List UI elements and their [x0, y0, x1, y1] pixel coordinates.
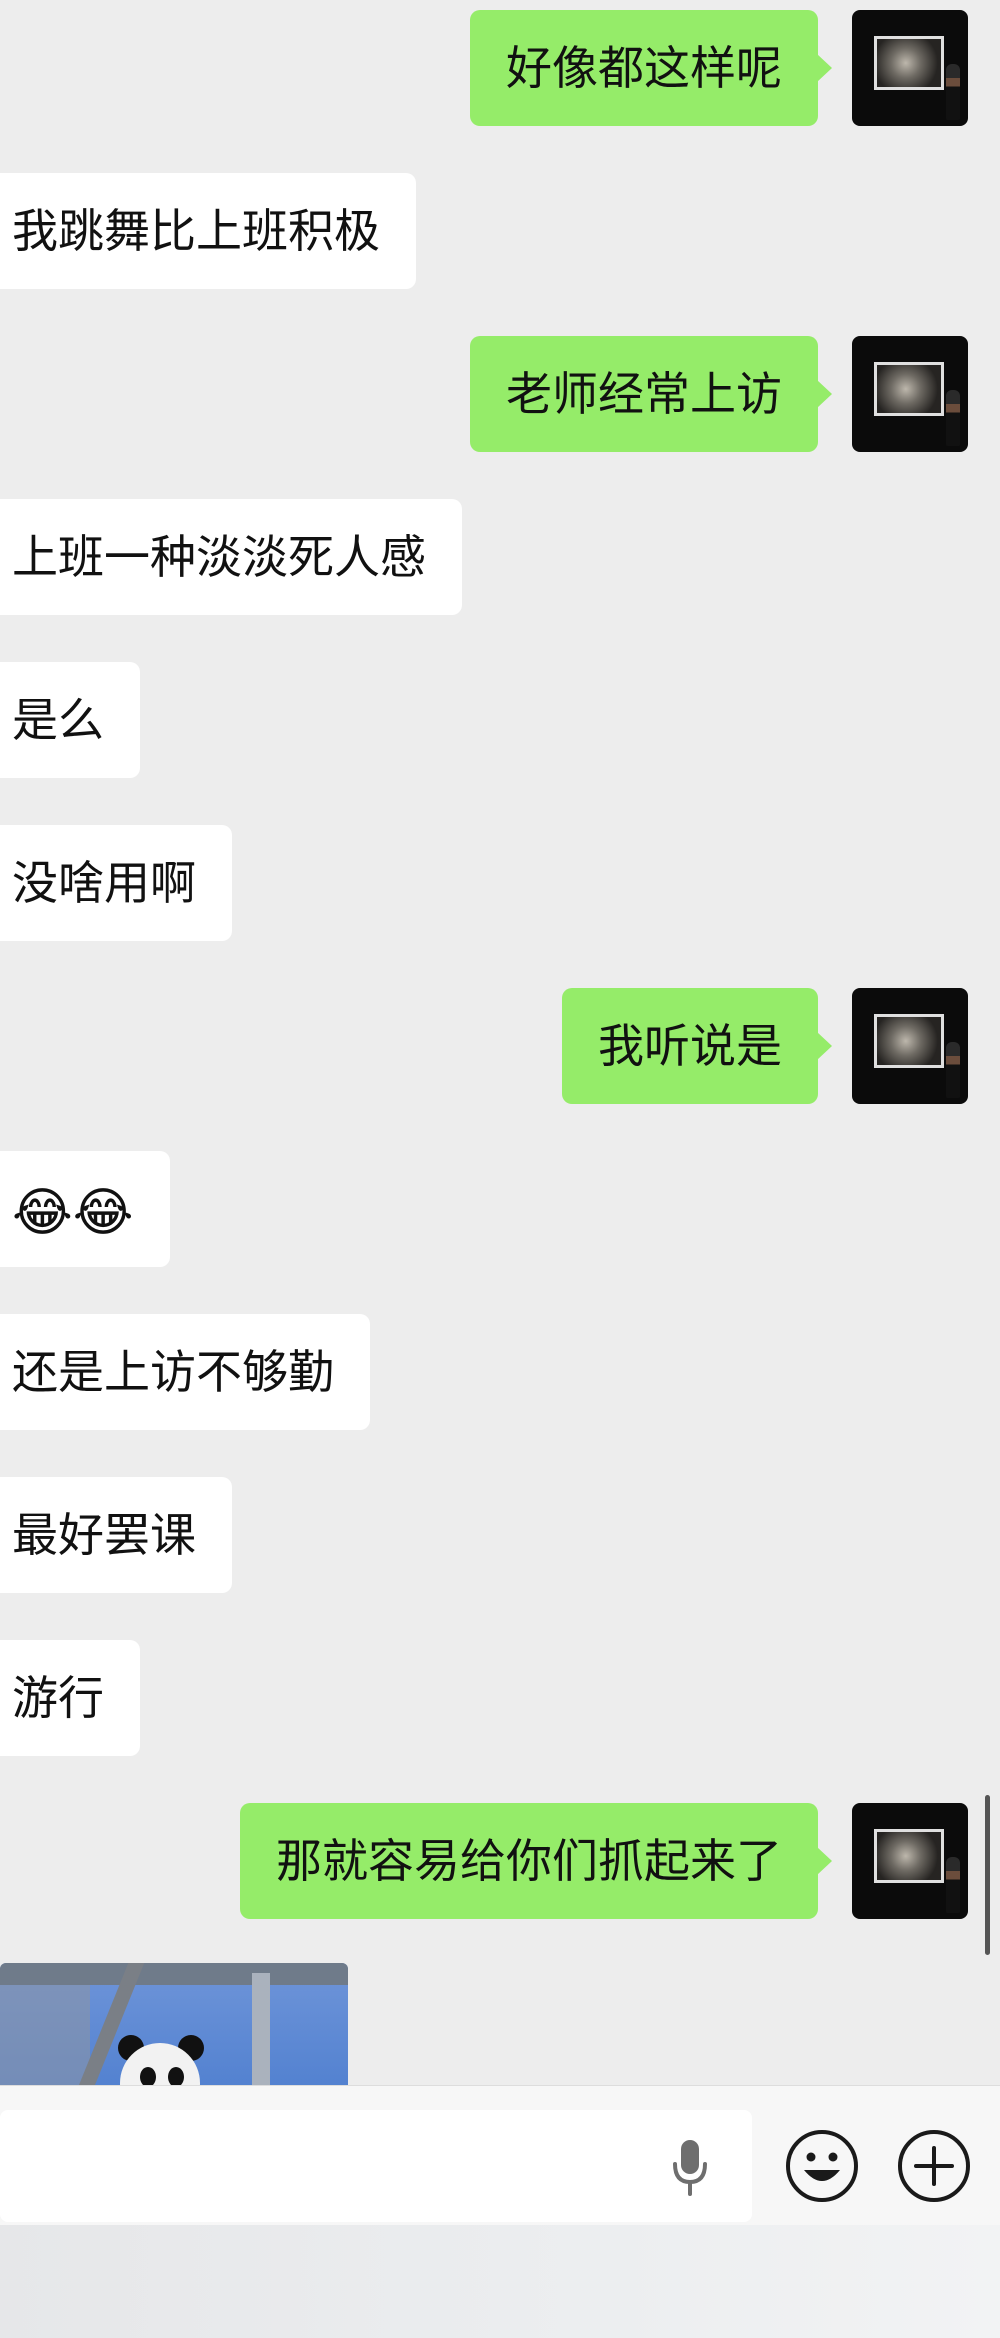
message-text: 老师经常上访	[506, 367, 782, 421]
message-bubble-incoming[interactable]: 我跳舞比上班积极	[0, 173, 416, 289]
avatar[interactable]	[852, 336, 968, 452]
photo-panda-eye	[168, 2067, 184, 2085]
message-bubble-outgoing[interactable]: 老师经常上访	[470, 336, 832, 452]
message-text: 那就容易给你们抓起来了	[276, 1834, 782, 1888]
photo-ceiling	[0, 1963, 348, 1985]
message-text: 没啥用啊	[12, 856, 196, 910]
message-bubble-outgoing[interactable]: 那就容易给你们抓起来了	[240, 1803, 832, 1919]
plus-circle-icon[interactable]	[896, 2128, 972, 2204]
photo-frame-post	[252, 1973, 270, 2085]
chat-message-list[interactable]: 好像都这样呢 我跳舞比上班积极 老师经常上访 上班一种淡淡死人感 是么 没啥用啊…	[0, 0, 1000, 2085]
message-text: 好像都这样呢	[506, 41, 782, 95]
avatar-figure	[946, 1857, 960, 1913]
message-bubble-incoming[interactable]: 是么	[0, 662, 140, 778]
avatar-figure	[946, 1042, 960, 1098]
message-bubble-incoming[interactable]: 还是上访不够勤	[0, 1314, 370, 1430]
avatar-figure	[946, 390, 960, 446]
message-text: 我听说是	[598, 1019, 782, 1073]
message-text: 是么	[12, 693, 104, 747]
message-text: 最好罢课	[12, 1508, 196, 1562]
message-text: 我跳舞比上班积极	[12, 204, 380, 258]
keyboard-area-placeholder	[0, 2225, 1000, 2338]
avatar[interactable]	[852, 10, 968, 126]
microphone-icon[interactable]	[670, 2138, 710, 2198]
avatar-figure	[946, 64, 960, 120]
photo-window-pane	[0, 1985, 90, 2085]
scrollbar-thumb[interactable]	[985, 1795, 990, 1955]
message-text: 还是上访不够勤	[12, 1345, 334, 1399]
message-bubble-incoming[interactable]: 没啥用啊	[0, 825, 232, 941]
message-bubble-outgoing[interactable]: 好像都这样呢	[470, 10, 832, 126]
message-bubble-incoming[interactable]: 最好罢课	[0, 1477, 232, 1593]
message-bubble-incoming[interactable]: 游行	[0, 1640, 140, 1756]
message-input[interactable]	[0, 2110, 752, 2222]
avatar-artwork	[874, 1829, 944, 1883]
message-text: 游行	[12, 1671, 104, 1725]
message-bubble-incoming[interactable]: 上班一种淡淡死人感	[0, 499, 462, 615]
avatar-artwork	[874, 1014, 944, 1068]
smiley-icon[interactable]	[784, 2128, 860, 2204]
avatar-artwork	[874, 362, 944, 416]
avatar[interactable]	[852, 988, 968, 1104]
avatar-artwork	[874, 36, 944, 90]
image-message-panda[interactable]	[0, 1963, 348, 2085]
message-bubble-incoming[interactable]: 😂😂	[0, 1151, 170, 1267]
message-text: 上班一种淡淡死人感	[12, 530, 426, 584]
photo-panda-eye	[140, 2067, 156, 2085]
avatar[interactable]	[852, 1803, 968, 1919]
message-bubble-outgoing[interactable]: 我听说是	[562, 988, 832, 1104]
emoji-laughing-crying: 😂😂	[12, 1182, 134, 1243]
